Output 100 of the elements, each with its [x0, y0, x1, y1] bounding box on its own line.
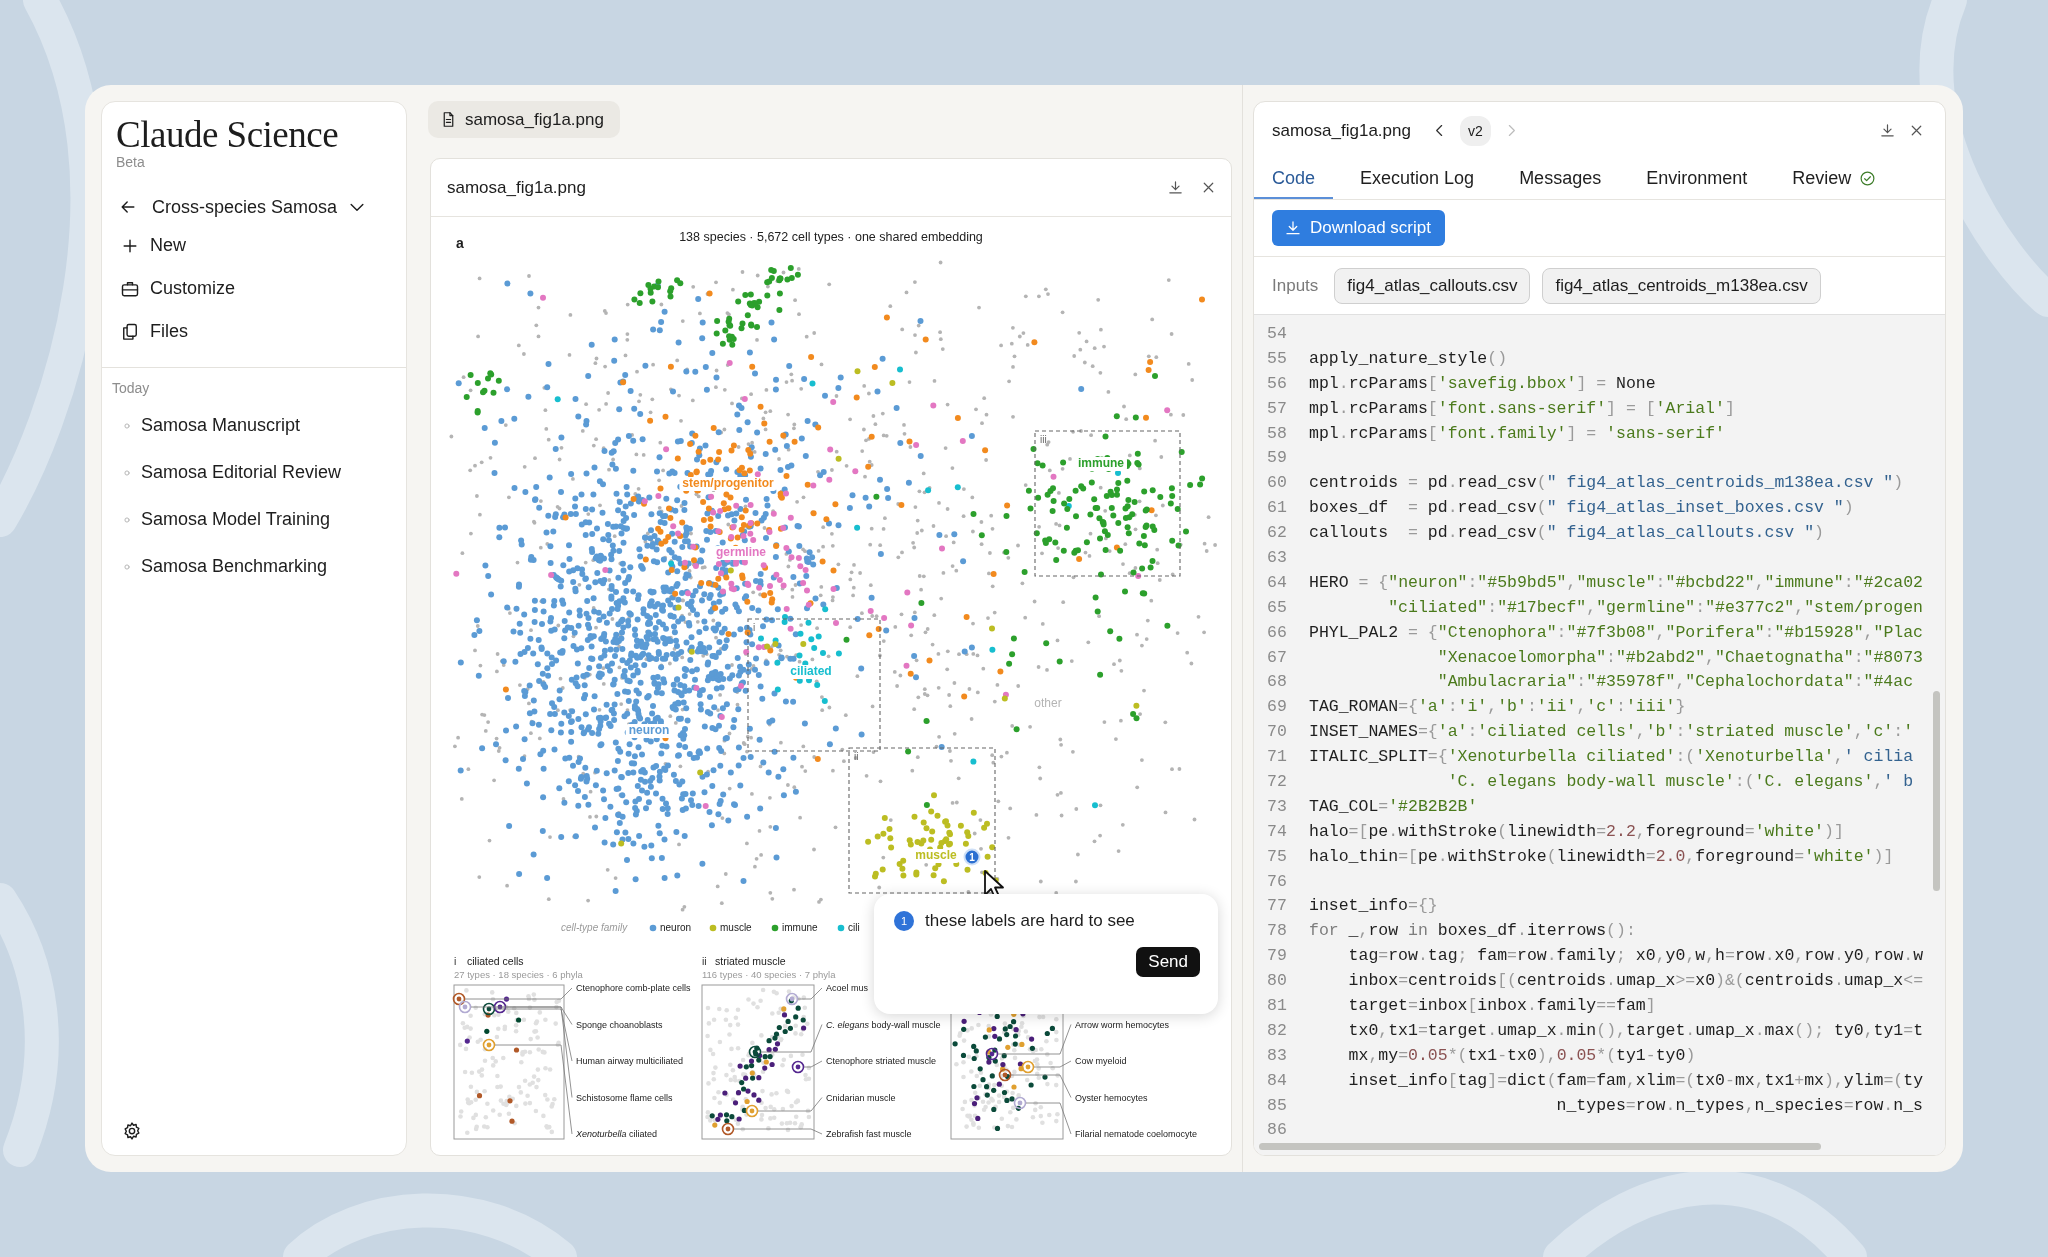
data-point	[513, 1047, 520, 1053]
data-point	[977, 1066, 983, 1072]
comment-text: these labels are hard to see	[925, 911, 1135, 931]
cluster-label: ciliated	[787, 665, 835, 679]
region-tag: ii	[854, 751, 859, 763]
data-point	[1029, 1036, 1035, 1042]
highlight-marker	[452, 992, 466, 1006]
download-icon[interactable]	[1879, 122, 1896, 139]
inset-tag: ii	[702, 955, 707, 968]
line-number: 65	[1266, 597, 1288, 617]
highlight-marker	[985, 1047, 999, 1061]
line-number: 63	[1266, 547, 1288, 567]
leader-line	[1010, 1074, 1072, 1098]
tab[interactable]: Messages	[1501, 159, 1620, 199]
code-line: inset_info[tag]=dict(fam=fam,xlim=(tx0-mx,tx1+mx),ylim=(ty	[1347, 1070, 1924, 1090]
highlight-marker	[482, 1038, 496, 1052]
highlight-marker	[493, 1000, 507, 1014]
callout-label: C. elegans body-wall muscle	[826, 1019, 941, 1030]
data-point	[1028, 1082, 1034, 1088]
code-line: inset_info={}	[1309, 896, 1438, 916]
download-script-button[interactable]: Download script	[1272, 210, 1445, 246]
tab[interactable]: Code	[1254, 159, 1334, 199]
data-point	[989, 1073, 995, 1079]
callout-label: Ctenophore comb-plate cells	[576, 982, 691, 994]
legend-label: neuron	[660, 922, 692, 934]
data-point	[971, 1083, 977, 1090]
download-icon[interactable]	[1167, 179, 1184, 196]
callout-label: Sponge choanoblasts	[576, 1019, 663, 1030]
callout-label: Schistosome flame cells	[576, 1092, 673, 1103]
highlight-marker	[1013, 1096, 1027, 1110]
highlight-marker	[998, 1068, 1012, 1082]
file-tab[interactable]: samosa_fig1a.png	[428, 101, 620, 138]
line-number: 56	[1266, 373, 1288, 393]
code-line: callouts = pd.read_csv(" fig4_atlas_callouts.csv ")	[1309, 523, 1824, 543]
line-number: 71	[1266, 747, 1288, 767]
input-file-chip[interactable]: fig4_atlas_callouts.csv	[1334, 267, 1531, 304]
scrollbar-thumb[interactable]	[1259, 1143, 1821, 1150]
code-line: tx0,tx1=target.umap_x.min(),target.umap_x.max(); ty0,ty1=t	[1347, 1020, 1924, 1040]
code-line: "Xenacoelomorpha":"#b2abd2","Chaetognatha":"#8073	[1436, 647, 1923, 667]
line-number: 74	[1266, 821, 1288, 841]
send-button[interactable]: Send	[1136, 947, 1200, 977]
circle-icon	[122, 514, 132, 525]
code-line: for _,row in boxes_df.iterrows():	[1309, 921, 1636, 941]
line-number: 67	[1266, 647, 1288, 667]
code-line: apply_nature_style()	[1309, 348, 1508, 368]
leader-line	[757, 1097, 823, 1112]
code-line: n_types=row.n_types,n_species=row.n_s	[1555, 1095, 1923, 1115]
line-number: 58	[1266, 423, 1288, 443]
line-number: 76	[1266, 871, 1288, 891]
leader-line	[797, 987, 823, 1000]
data-point	[503, 996, 510, 1002]
input-file-chip[interactable]: fig4_atlas_centroids_m138ea.csv	[1542, 267, 1821, 304]
callout-label: Cow myeloid	[1075, 1055, 1127, 1067]
code-line: tag=row.tag; fam=row.family; x0,y0,w,h=row.x0,row.y0,row.w	[1347, 946, 1924, 966]
data-point	[960, 1052, 967, 1058]
comment-pin[interactable]: 1	[963, 848, 981, 866]
cluster-label: immune	[1075, 457, 1127, 471]
data-point	[509, 1118, 515, 1124]
chat-item[interactable]: Samosa Benchmarking	[122, 543, 328, 590]
tab[interactable]: Environment	[1628, 159, 1766, 199]
data-point	[994, 1125, 1001, 1131]
settings-icon[interactable]	[122, 1121, 142, 1141]
data-point	[961, 1018, 967, 1024]
cluster-label: muscle	[912, 849, 960, 863]
code-line: inbox=centroids[(centroids.umap_x>=x0)&(centroids.umap_x<=	[1347, 971, 1924, 991]
code-line: "ciliated":"#17becf","germline":"#e377c2","stem/progen	[1387, 597, 1923, 617]
callout-label: Cnidarian muscle	[826, 1092, 896, 1103]
nav-item[interactable]: Customize	[120, 267, 236, 310]
line-number: 82	[1266, 1020, 1288, 1040]
line-number: 68	[1266, 672, 1288, 692]
line-number: 69	[1266, 697, 1288, 717]
chat-item[interactable]: Samosa Editorial Review	[122, 449, 342, 496]
line-number: 66	[1266, 622, 1288, 642]
chat-item[interactable]: Samosa Model Training	[122, 496, 331, 543]
legend-label: cili	[848, 922, 860, 934]
inset-subtitle: 27 types · 18 species · 6 phyla	[454, 970, 583, 981]
code-line: mx,my=0.05*(tx1-tx0),0.05*(ty1-ty0)	[1347, 1045, 1696, 1065]
tab[interactable]: Review	[1774, 159, 1895, 199]
circle-icon	[122, 420, 132, 431]
circle-icon	[122, 467, 132, 478]
callout-label: Zebrafish fast muscle	[826, 1128, 912, 1140]
version-badge[interactable]: v2	[1459, 115, 1491, 146]
project-selector[interactable]: Cross-species Samosa	[152, 196, 368, 218]
data-point	[961, 1026, 967, 1032]
beta-label: Beta	[116, 154, 145, 170]
data-point	[1029, 1045, 1035, 1051]
data-point	[952, 1041, 958, 1047]
scrollbar-thumb[interactable]	[1933, 691, 1940, 891]
code-line: halo=[pe.withStroke(linewidth=2.2,foreground='white')]	[1309, 821, 1844, 841]
chat-item[interactable]: Samosa Manuscript	[122, 402, 301, 449]
highlight-marker	[721, 1122, 735, 1136]
highlight-marker	[748, 1045, 762, 1059]
tab[interactable]: Execution Log	[1342, 159, 1493, 199]
comment-number: 1	[894, 911, 914, 931]
nav-item[interactable]: New	[120, 224, 186, 267]
highlight-marker	[785, 992, 799, 1006]
viewer-title: samosa_fig1a.png	[447, 177, 586, 198]
line-number: 83	[1266, 1045, 1288, 1065]
nav-item[interactable]: Files	[120, 310, 188, 353]
data-point	[1015, 1105, 1021, 1111]
